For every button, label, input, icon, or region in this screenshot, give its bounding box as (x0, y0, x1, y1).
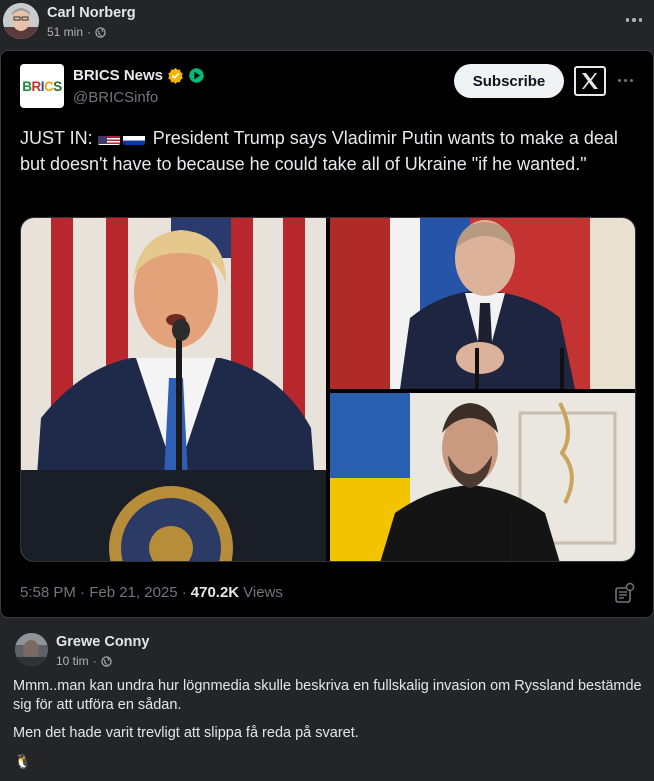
tweet-account: BRICS News (73, 67, 205, 84)
subscribe-button[interactable]: Subscribe (454, 64, 564, 98)
putin-photo[interactable] (330, 218, 635, 389)
comment-paragraph-2: Men det hade varit trevligt att slippa f… (13, 725, 359, 741)
post-meta: 51 min · (47, 25, 106, 39)
author-avatar[interactable] (3, 3, 39, 39)
brics-logo[interactable]: BRICS (20, 64, 64, 108)
commenter-name[interactable]: Grewe Conny (56, 634, 149, 650)
post-header: Carl Norberg 51 min · (0, 0, 654, 48)
tweet-prefix: JUST IN: (20, 128, 93, 148)
x-logo-icon[interactable] (574, 66, 606, 96)
commenter-avatar[interactable] (15, 633, 48, 666)
comment-meta: 10 tim · (56, 654, 112, 668)
tweet-views-label: Views (243, 584, 283, 601)
affiliate-badge-icon (189, 68, 204, 83)
globe-icon (101, 655, 112, 667)
comment-time[interactable]: 10 tim (56, 654, 89, 668)
tweet-text: JUST IN: President Trump says Vladimir P… (20, 125, 630, 177)
tweet-footer: 5:58 PM · Feb 21, 2025 · 470.2K Views (20, 584, 283, 601)
embedded-tweet[interactable]: BRICS BRICS News @BRICSinfo Subscribe JU… (0, 50, 654, 618)
penguin-emoji: 🐧 (14, 753, 32, 769)
globe-icon (95, 26, 106, 38)
verified-badge-icon (168, 67, 183, 84)
zelensky-photo[interactable] (330, 393, 635, 561)
tweet-account-handle[interactable]: @BRICSinfo (73, 89, 158, 106)
tweet-options-button[interactable] (614, 69, 636, 91)
comment-text: Mmm..man kan undra hur lögnmedia skulle … (13, 677, 643, 752)
tweet-views-count: 470.2K (190, 584, 240, 601)
comment-paragraph-1: Mmm..man kan undra hur lögnmedia skulle … (13, 678, 642, 713)
us-flag-icon (97, 131, 120, 145)
post-options-button[interactable] (622, 8, 646, 32)
russia-flag-icon (122, 131, 145, 145)
trump-photo[interactable] (21, 218, 326, 561)
grok-summary-icon[interactable] (613, 582, 635, 604)
tweet-account-name[interactable]: BRICS News (73, 67, 163, 84)
post-time[interactable]: 51 min (47, 25, 83, 39)
tweet-media[interactable] (20, 217, 636, 562)
meta-separator: · (87, 25, 92, 39)
comment-meta-separator: · (92, 654, 97, 668)
author-name[interactable]: Carl Norberg (47, 5, 136, 21)
tweet-timestamp[interactable]: 5:58 PM · Feb 21, 2025 · (20, 584, 187, 601)
